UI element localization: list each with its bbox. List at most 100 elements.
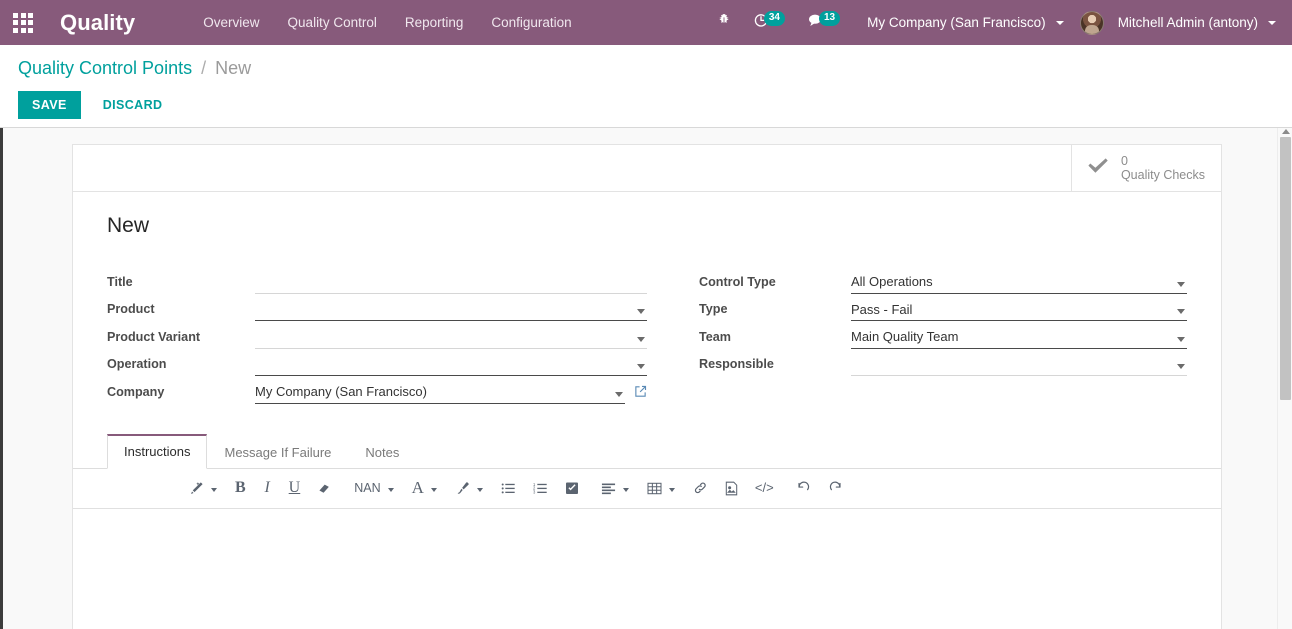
dropdown-input-product[interactable] — [255, 299, 647, 321]
field-value-company: My Company (San Francisco) — [255, 384, 427, 399]
sheet-background: 0 Quality Checks New Title Product Produ… — [3, 128, 1292, 629]
vertical-scrollbar[interactable] — [1277, 128, 1292, 629]
scroll-up-arrow-icon[interactable] — [1282, 129, 1290, 134]
field-input-wrapper — [255, 271, 647, 294]
ordered-list-icon[interactable]: 1 2 3 — [529, 476, 552, 500]
user-menu[interactable]: Mitchell Admin (antony) — [1072, 0, 1284, 45]
wysiwyg-toolbar: B I U NAN A 1 2 3 </> — [73, 468, 1221, 509]
toolbar-group-lists: 1 2 3 — [497, 476, 583, 500]
notebook-tab-list: Instructions Message If Failure Notes — [73, 433, 1221, 469]
messaging-counter-badge: 13 — [819, 10, 841, 26]
remove-format-icon[interactable] — [313, 476, 336, 500]
link-icon[interactable] — [689, 476, 712, 500]
chevron-down-icon[interactable] — [1177, 309, 1185, 314]
stat-button-quality-checks[interactable]: 0 Quality Checks — [1070, 145, 1221, 191]
field-input-wrapper — [255, 298, 647, 321]
style-wand-icon[interactable] — [185, 476, 208, 500]
menu-item-configuration[interactable]: Configuration — [477, 9, 585, 36]
field-company: Company My Company (San Francisco) — [107, 376, 647, 404]
table-icon[interactable] — [643, 476, 666, 500]
dropdown-input-operation[interactable] — [255, 354, 647, 376]
field-label-product: Product — [107, 302, 155, 316]
background-color-icon[interactable] — [451, 476, 474, 500]
form-sheet: 0 Quality Checks New Title Product Produ… — [72, 144, 1222, 629]
underline-icon[interactable]: U — [285, 476, 305, 500]
form-column-right: Control Type All Operations Type Pass - … — [647, 266, 1187, 404]
menu-item-overview[interactable]: Overview — [189, 9, 273, 36]
undo-icon[interactable] — [792, 476, 815, 500]
tab-message-if-failure[interactable]: Message If Failure — [207, 435, 348, 469]
chevron-down-icon[interactable] — [637, 309, 645, 314]
field-responsible: Responsible — [699, 349, 1187, 376]
main-menu: Overview Quality Control Reporting Confi… — [189, 9, 585, 36]
field-input-wrapper — [255, 326, 647, 349]
field-title: Title — [107, 266, 647, 294]
field-input-wrapper — [851, 353, 1187, 376]
dropdown-input-product-variant[interactable] — [255, 327, 647, 349]
redo-icon[interactable] — [824, 476, 847, 500]
chevron-down-icon[interactable] — [637, 364, 645, 369]
image-icon[interactable] — [721, 476, 742, 500]
dropdown-input-team[interactable]: Main Quality Team — [851, 327, 1187, 349]
text-input-title[interactable] — [255, 272, 647, 294]
italic-icon[interactable]: I — [259, 476, 276, 500]
field-input-wrapper: Pass - Fail — [851, 298, 1187, 321]
chevron-down-icon[interactable] — [476, 487, 483, 492]
chevron-down-icon[interactable] — [211, 487, 217, 492]
form-column-left: Title Product Product Variant Operation … — [107, 266, 647, 404]
field-type: Type Pass - Fail — [699, 294, 1187, 321]
top-navbar: Quality Overview Quality Control Reporti… — [0, 0, 1292, 45]
chevron-down-icon[interactable] — [668, 487, 675, 492]
chevron-down-icon[interactable] — [1177, 336, 1185, 342]
apps-menu-toggle[interactable] — [0, 0, 46, 45]
stat-button-box: 0 Quality Checks — [73, 145, 1221, 192]
code-icon[interactable]: </> — [751, 476, 778, 500]
breadcrumb-link-quality-control-points[interactable]: Quality Control Points — [18, 58, 192, 78]
toolbar-group-font-size: NAN — [350, 476, 394, 500]
chevron-down-icon[interactable] — [387, 487, 394, 492]
chevron-down-icon[interactable] — [637, 336, 645, 342]
debug-menu-button[interactable] — [706, 0, 742, 45]
text-color-icon[interactable]: A — [408, 476, 428, 500]
font-size-selector[interactable]: NAN — [350, 476, 384, 500]
activity-menu-button[interactable]: 34 — [742, 0, 796, 45]
chevron-down-icon[interactable] — [622, 487, 629, 492]
toolbar-group-decoration: B I U — [231, 476, 336, 500]
chevron-down-icon[interactable] — [1177, 281, 1185, 287]
bold-icon[interactable]: B — [231, 476, 250, 500]
chevron-down-icon[interactable] — [1177, 364, 1185, 369]
menu-item-quality-control[interactable]: Quality Control — [274, 9, 391, 36]
dropdown-input-control-type[interactable]: All Operations — [851, 272, 1187, 294]
field-label-control-type: Control Type — [699, 274, 776, 289]
instructions-editor-area[interactable] — [73, 508, 1221, 629]
scrollbar-thumb[interactable] — [1280, 137, 1291, 400]
save-button[interactable]: SAVE — [18, 91, 81, 119]
stat-button-text: 0 Quality Checks — [1121, 154, 1205, 182]
stat-label: Quality Checks — [1120, 168, 1205, 182]
field-label-responsible: Responsible — [699, 357, 774, 371]
toolbar-group-background-color — [451, 476, 483, 500]
toolbar-group-style — [185, 476, 217, 500]
company-switcher[interactable]: My Company (San Francisco) — [851, 0, 1072, 45]
dropdown-input-responsible[interactable] — [851, 354, 1187, 376]
tab-instructions[interactable]: Instructions — [107, 433, 208, 469]
field-label-company: Company — [107, 384, 165, 399]
dropdown-input-type[interactable]: Pass - Fail — [851, 299, 1187, 321]
field-input-wrapper: All Operations — [851, 271, 1187, 294]
chevron-down-icon — [1055, 20, 1064, 25]
menu-item-reporting[interactable]: Reporting — [391, 9, 478, 36]
form-view-content: 0 Quality Checks New Title Product Produ… — [0, 128, 1292, 629]
chevron-down-icon[interactable] — [615, 391, 623, 397]
unordered-list-icon[interactable] — [497, 476, 520, 500]
bug-icon — [717, 13, 731, 32]
discard-button[interactable]: DISCARD — [89, 91, 177, 119]
chevron-down-icon[interactable] — [430, 487, 437, 492]
external-link-icon[interactable] — [634, 385, 647, 404]
align-icon[interactable] — [597, 476, 620, 500]
checklist-icon[interactable] — [561, 476, 583, 500]
app-brand-title[interactable]: Quality — [46, 10, 145, 36]
messaging-menu-button[interactable]: 13 — [796, 0, 851, 45]
tab-notes[interactable]: Notes — [348, 435, 416, 469]
dropdown-input-company[interactable]: My Company (San Francisco) — [255, 382, 625, 404]
company-name-label: My Company (San Francisco) — [867, 15, 1046, 30]
